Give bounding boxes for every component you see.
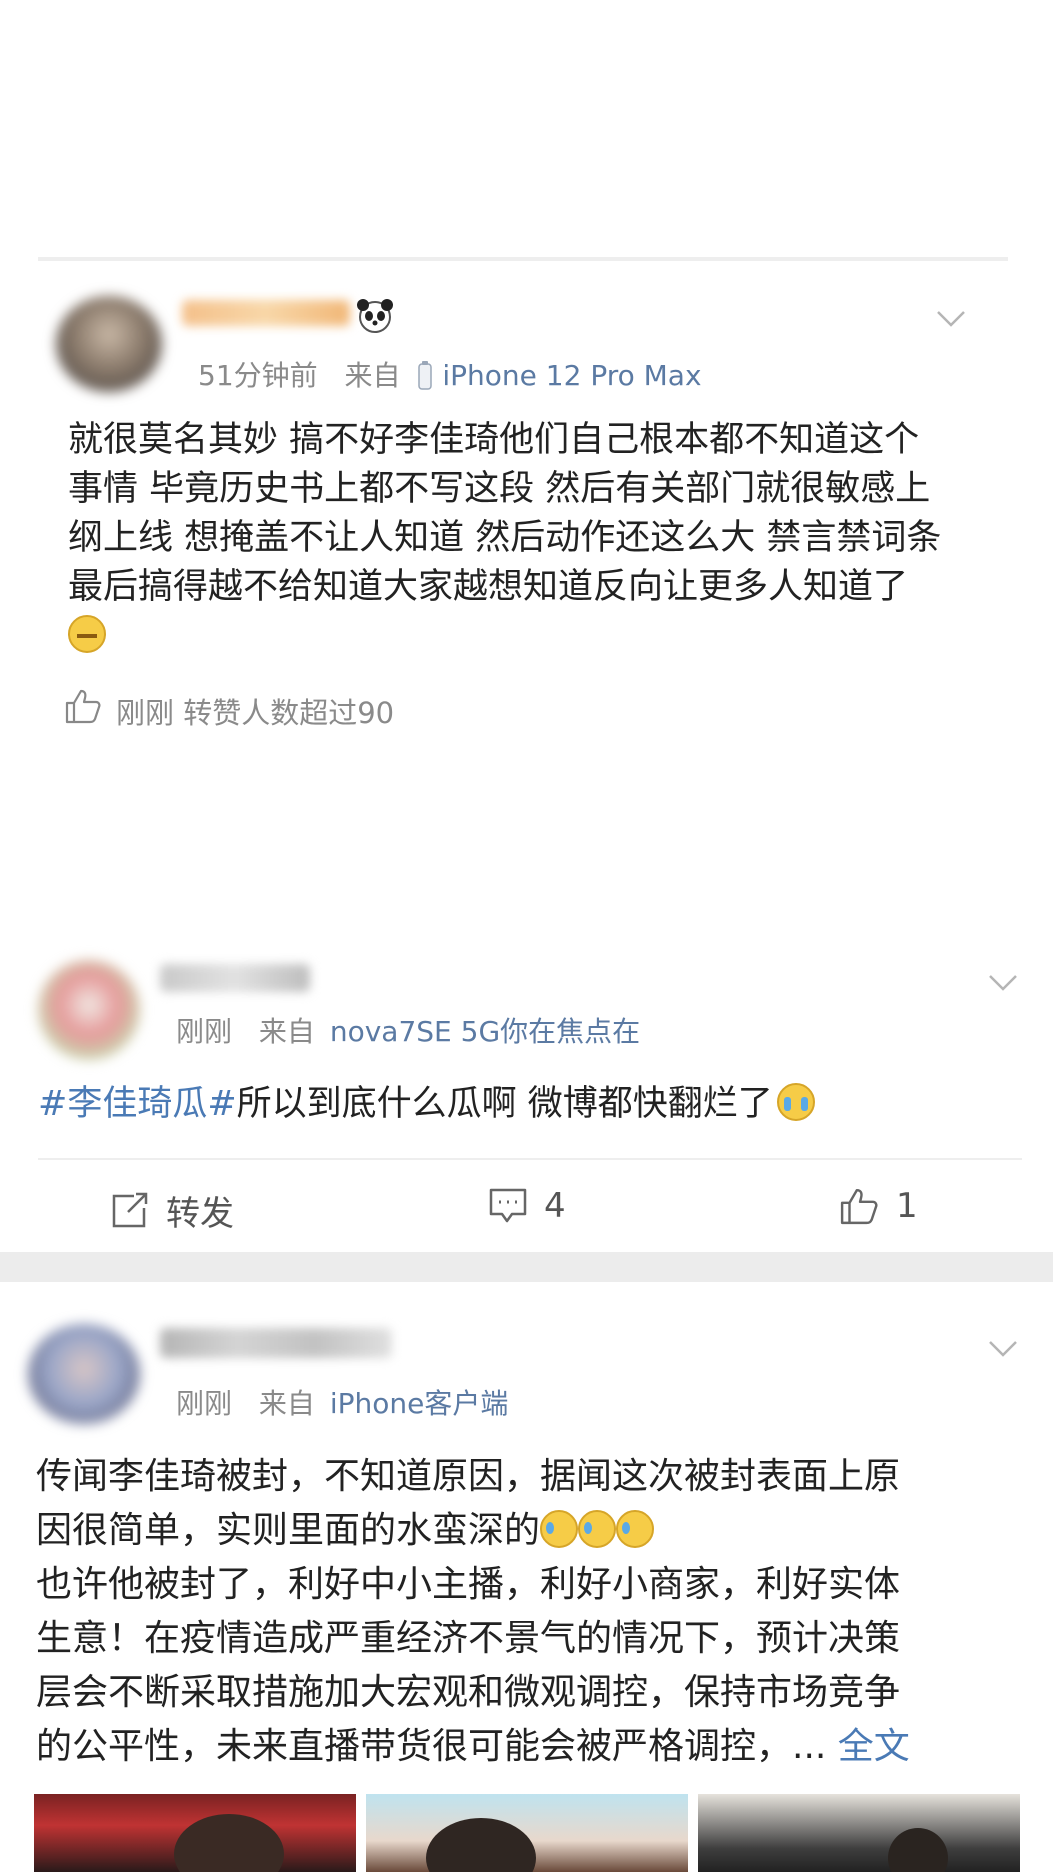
from-label: 来自: [258, 1387, 315, 1420]
text-line: 生意！在疫情造成严重经济不景气的情况下，预计决策: [36, 1618, 901, 1659]
post-source[interactable]: iPhone客户端: [330, 1387, 509, 1420]
post-card[interactable]: 刚刚 来自 iPhone客户端 传闻李佳琦被封，不知道原因，据闻这次被封表面上原…: [0, 1282, 1053, 1872]
repost-label: 转发: [166, 1194, 234, 1234]
post-source[interactable]: iPhone 12 Pro Max: [442, 359, 701, 392]
thumbs-up-icon: [840, 1188, 878, 1225]
action-bar-divider: [38, 1158, 1022, 1160]
full-text-link[interactable]: 全文: [838, 1726, 910, 1767]
comment-button[interactable]: 4: [488, 1186, 566, 1226]
panda-badge-icon: [357, 299, 393, 333]
text-line: 的公平性，未来直播带货很可能会被严格调控，...: [36, 1726, 827, 1767]
post-meta: 刚刚 来自 nova7SE 5G你在焦点在: [176, 1010, 640, 1050]
text-line: 纲上线 想掩盖不让人知道 然后动作还这么大 禁言禁词条: [68, 518, 942, 558]
text-line: 传闻李佳琦被封，不知道原因，据闻这次被封表面上原: [36, 1456, 901, 1497]
post-time: 刚刚: [176, 1387, 233, 1420]
post-text: #李佳琦瓜#所以到底什么瓜啊 微博都快翻烂了: [38, 1080, 1018, 1129]
like-count: 1: [896, 1186, 918, 1226]
post-text-content: 所以到底什么瓜啊 微博都快翻烂了: [236, 1084, 773, 1124]
chevron-down-icon[interactable]: [936, 310, 966, 328]
post-meta: 刚刚 来自 iPhone客户端: [176, 1382, 508, 1422]
username-blurred[interactable]: [160, 964, 310, 992]
cold-sweat-emoji-icon: [540, 1510, 655, 1551]
post-time: 刚刚: [176, 1015, 233, 1048]
text-line: 因很简单，实则里面的水蛮深的: [36, 1510, 541, 1551]
zipper-mouth-emoji-icon: [68, 615, 106, 653]
post-meta: 51分钟前 来自 iPhone 12 Pro Max: [198, 354, 702, 394]
post-card[interactable]: 51分钟前 来自 iPhone 12 Pro Max 就很莫名其妙 搞不好李佳琦…: [0, 262, 1053, 730]
crying-face-emoji-icon: [776, 1083, 815, 1121]
post-image-thumbnail[interactable]: [698, 1794, 1020, 1872]
post-image-thumbnail[interactable]: [34, 1794, 356, 1872]
comment-icon: [489, 1188, 527, 1223]
feed-separator: [0, 1252, 1053, 1282]
avatar[interactable]: [56, 296, 162, 392]
chevron-down-icon[interactable]: [988, 974, 1018, 992]
from-label: 来自: [258, 1015, 315, 1048]
text-line: 层会不断采取措施加大宏观和微观调控，保持市场竞争: [36, 1672, 901, 1713]
post-time: 51分钟前: [198, 359, 318, 392]
post-footer-stats: 刚刚 转赞人数超过90: [116, 696, 395, 730]
text-line: 事情 毕竟历史书上都不写这段 然后有关部门就很敏感上: [68, 469, 931, 509]
post-source[interactable]: nova7SE 5G你在焦点在: [330, 1015, 640, 1048]
post-card[interactable]: 刚刚 来自 nova7SE 5G你在焦点在 #李佳琦瓜#所以到底什么瓜啊 微博都…: [0, 950, 1053, 1250]
thumbs-up-icon[interactable]: [64, 688, 102, 724]
repost-button[interactable]: 转发: [110, 1186, 234, 1235]
text-line: 最后搞得越不给知道大家越想知道反向让更多人知道了: [68, 567, 909, 607]
repost-icon: [112, 1192, 148, 1227]
comment-count: 4: [544, 1186, 566, 1226]
username-blurred[interactable]: [160, 1328, 392, 1358]
username-blurred[interactable]: [182, 300, 350, 326]
phone-icon: [418, 361, 433, 390]
text-line: 也许他被封了，利好中小主播，利好小商家，利好实体: [36, 1564, 901, 1605]
chevron-down-icon[interactable]: [988, 1340, 1018, 1358]
post-text: 就很莫名其妙 搞不好李佳琦他们自己根本都不知道这个 事情 毕竟历史书上都不写这段…: [68, 416, 998, 662]
text-line: 就很莫名其妙 搞不好李佳琦他们自己根本都不知道这个: [68, 420, 920, 460]
from-label: 来自: [344, 359, 401, 392]
post-image-thumbnail[interactable]: [366, 1794, 688, 1872]
hashtag-link[interactable]: #李佳琦瓜#: [38, 1084, 237, 1124]
post-text: 传闻李佳琦被封，不知道原因，据闻这次被封表面上原 因很简单，实则里面的水蛮深的 …: [36, 1450, 1026, 1774]
avatar[interactable]: [38, 960, 140, 1060]
avatar[interactable]: [28, 1324, 140, 1424]
top-divider: [38, 257, 1008, 261]
like-button[interactable]: 1: [838, 1186, 918, 1226]
